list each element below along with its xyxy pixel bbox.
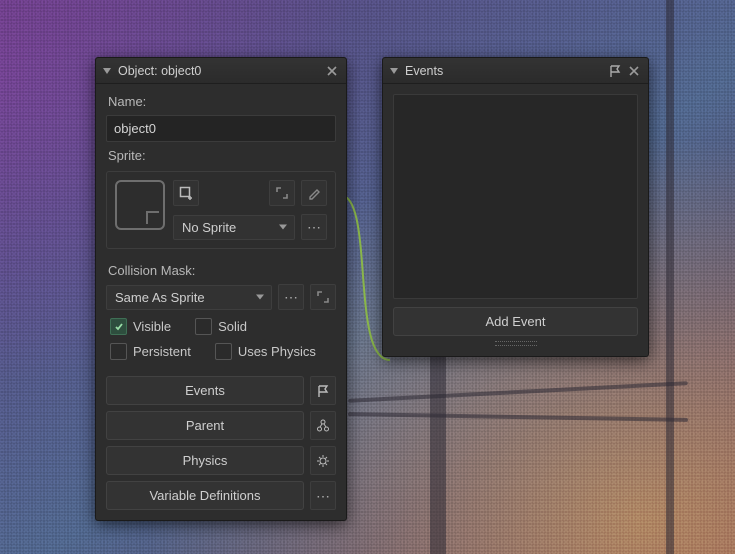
events-panel-flag[interactable] xyxy=(608,64,622,78)
collision-mask-label: Collision Mask: xyxy=(106,263,336,278)
background-pole xyxy=(430,350,446,554)
expand-icon xyxy=(316,290,330,304)
collapse-icon xyxy=(102,66,112,76)
events-button-label: Events xyxy=(185,383,225,398)
background-wire xyxy=(348,381,688,403)
zoom-sprite-button[interactable] xyxy=(269,180,295,206)
gear-icon xyxy=(316,454,330,468)
events-panel: Events Add Event xyxy=(382,57,649,357)
add-event-label: Add Event xyxy=(486,314,546,329)
persistent-checkbox[interactable]: Persistent xyxy=(110,343,191,360)
events-panel-title: Events xyxy=(405,64,443,78)
persistent-label: Persistent xyxy=(133,344,191,359)
physics-icon-button[interactable] xyxy=(310,446,336,475)
vardefs-more-button[interactable]: ⋯ xyxy=(310,481,336,510)
ellipsis-icon: ⋯ xyxy=(307,220,321,234)
new-sprite-icon xyxy=(179,186,193,200)
panel-resize-handle[interactable] xyxy=(393,340,638,346)
parent-button-label: Parent xyxy=(186,418,224,433)
object-panel-title: Object: object0 xyxy=(118,64,201,78)
close-icon[interactable] xyxy=(326,65,338,77)
name-field[interactable] xyxy=(106,115,336,142)
sprite-more-button[interactable]: ⋯ xyxy=(301,214,327,240)
close-icon[interactable] xyxy=(628,65,640,77)
flag-icon xyxy=(608,64,622,78)
collision-more-button[interactable]: ⋯ xyxy=(278,284,304,310)
new-sprite-button[interactable] xyxy=(173,180,199,206)
edit-sprite-button[interactable] xyxy=(301,180,327,206)
parent-button[interactable]: Parent xyxy=(106,411,304,440)
sprite-label: Sprite: xyxy=(106,148,336,163)
collision-edit-button[interactable] xyxy=(310,284,336,310)
events-button[interactable]: Events xyxy=(106,376,304,405)
object-editor-panel: Object: object0 Name: Sprite: xyxy=(95,57,347,521)
sprite-dropdown[interactable]: No Sprite xyxy=(173,215,295,240)
physics-button[interactable]: Physics xyxy=(106,446,304,475)
object-panel-titlebar[interactable]: Object: object0 xyxy=(96,58,346,84)
events-flag-button[interactable] xyxy=(310,376,336,405)
events-panel-body: Add Event xyxy=(383,84,648,356)
pencil-icon xyxy=(307,186,321,200)
sprite-dropdown-value: No Sprite xyxy=(182,220,236,235)
visible-checkbox[interactable]: Visible xyxy=(110,318,171,335)
object-panel-body: Name: Sprite: xyxy=(96,84,346,520)
uses-physics-label: Uses Physics xyxy=(238,344,316,359)
physics-button-label: Physics xyxy=(183,453,228,468)
solid-checkbox[interactable]: Solid xyxy=(195,318,247,335)
background-pole xyxy=(666,0,674,554)
solid-label: Solid xyxy=(218,319,247,334)
events-list[interactable] xyxy=(393,94,638,299)
name-label: Name: xyxy=(106,94,336,109)
hierarchy-icon xyxy=(316,419,330,433)
background-wire xyxy=(348,412,688,422)
sprite-preview[interactable] xyxy=(115,180,165,230)
collision-mask-dropdown[interactable]: Same As Sprite xyxy=(106,285,272,310)
collapse-icon xyxy=(389,66,399,76)
uses-physics-checkbox[interactable]: Uses Physics xyxy=(215,343,316,360)
sprite-group: No Sprite ⋯ xyxy=(106,171,336,249)
variable-definitions-button[interactable]: Variable Definitions xyxy=(106,481,304,510)
flag-icon xyxy=(316,384,330,398)
events-panel-titlebar[interactable]: Events xyxy=(383,58,648,84)
ellipsis-icon: ⋯ xyxy=(316,489,330,503)
parent-icon-button[interactable] xyxy=(310,411,336,440)
visible-label: Visible xyxy=(133,319,171,334)
collision-mask-value: Same As Sprite xyxy=(115,290,205,305)
add-event-button[interactable]: Add Event xyxy=(393,307,638,336)
ellipsis-icon: ⋯ xyxy=(284,290,298,304)
vardefs-button-label: Variable Definitions xyxy=(149,488,260,503)
expand-icon xyxy=(275,186,289,200)
